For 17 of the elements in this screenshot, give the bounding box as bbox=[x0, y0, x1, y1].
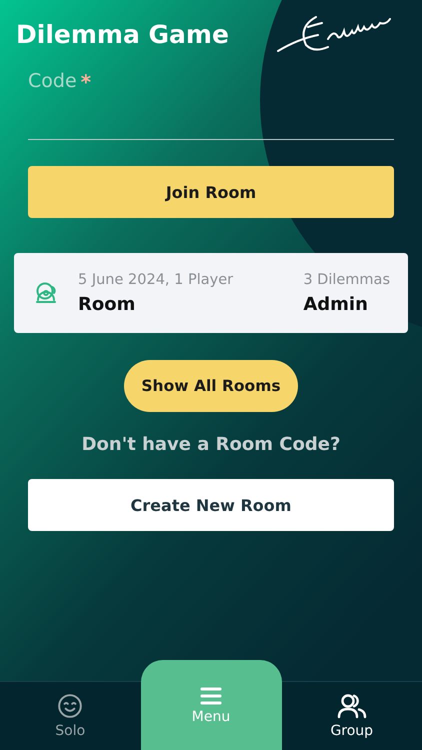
show-all-rooms-button[interactable]: Show All Rooms bbox=[124, 360, 298, 412]
room-card[interactable]: 5 June 2024, 1 Player 3 Dilemmas Room Admin bbox=[14, 253, 408, 333]
menu-icon bbox=[200, 686, 222, 704]
create-room-button[interactable]: Create New Room bbox=[28, 479, 394, 531]
join-room-button[interactable]: Join Room bbox=[28, 166, 394, 218]
room-role: Admin bbox=[303, 294, 369, 314]
bell-icon bbox=[34, 281, 58, 305]
room-name: Room bbox=[78, 294, 136, 314]
room-meta: 5 June 2024, 1 Player bbox=[78, 272, 234, 288]
room-code-prompt: Don't have a Room Code? bbox=[80, 434, 342, 455]
nav-tab[interactable]: Solo bbox=[0, 682, 140, 750]
nav-tab[interactable]: Group bbox=[282, 682, 422, 750]
code-label: Code * bbox=[28, 70, 92, 94]
dilemma-count: 3 Dilemmas bbox=[303, 272, 390, 288]
people-icon bbox=[336, 693, 367, 719]
app-title: Dilemma Game bbox=[16, 20, 229, 48]
smiley-icon bbox=[57, 693, 84, 719]
